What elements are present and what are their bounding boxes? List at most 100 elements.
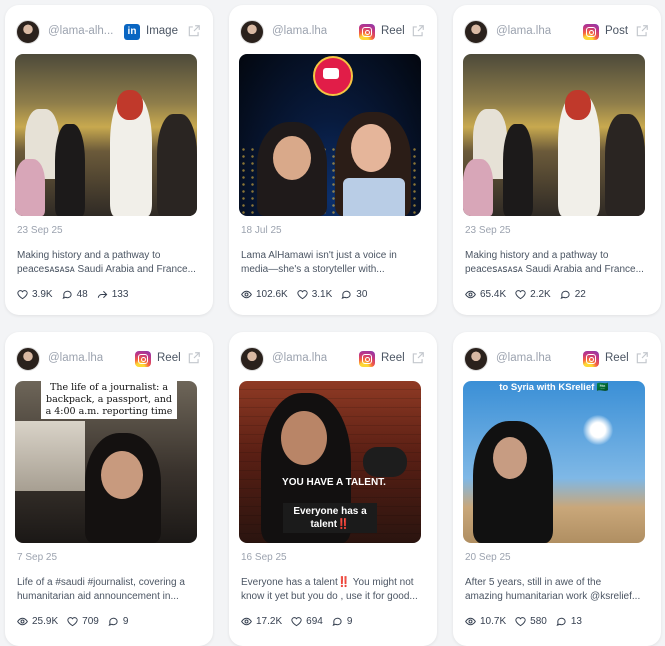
account-handle: @lama.lha xyxy=(496,352,552,364)
eye-icon xyxy=(17,616,28,627)
views-count: 65.4K xyxy=(480,289,507,300)
comment-icon xyxy=(556,616,567,627)
comment-icon xyxy=(62,289,73,300)
external-link-icon[interactable] xyxy=(187,24,201,38)
post-date: 16 Sep 25 xyxy=(241,552,287,563)
post-stats: 3.9K 48 133 xyxy=(17,289,128,300)
avatar xyxy=(240,347,264,371)
eye-icon xyxy=(465,616,476,627)
post-caption: Making history and a pathway to peaceꜱᴀꜱ… xyxy=(465,250,644,275)
post-type-label: Image xyxy=(146,25,178,37)
comment-icon xyxy=(332,616,343,627)
account-handle: @lama.lha xyxy=(496,25,552,37)
post-date: 18 Jul 25 xyxy=(241,225,282,236)
heart-icon xyxy=(17,289,28,300)
comment-icon xyxy=(560,289,571,300)
shares-count: 133 xyxy=(111,289,129,300)
post-type-label: Reel xyxy=(605,352,629,364)
post-caption: Making history and a pathway to peaceꜱᴀꜱ… xyxy=(17,250,196,275)
likes-count: 2.2K xyxy=(530,289,551,300)
post-image[interactable] xyxy=(15,54,197,216)
post-card[interactable]: @lama.lha Reel The life of a journalist:… xyxy=(5,332,213,646)
post-image[interactable]: to Syria with KSrelief 🇸🇦 xyxy=(463,381,645,543)
external-link-icon[interactable] xyxy=(411,24,425,38)
video-overlay-text: The life of a journalist: a backpack, a … xyxy=(41,381,177,419)
post-date: 20 Sep 25 xyxy=(465,552,511,563)
avatar xyxy=(464,347,488,371)
comment-icon xyxy=(341,289,352,300)
likes-count: 3.9K xyxy=(32,289,53,300)
share-icon xyxy=(97,289,108,300)
views-count: 25.9K xyxy=(32,616,59,627)
comment-icon xyxy=(108,616,119,627)
external-link-icon[interactable] xyxy=(187,351,201,365)
post-type-label: Reel xyxy=(381,25,405,37)
post-image[interactable]: YOU HAVE A TALENT. Everyone has a talent… xyxy=(239,381,421,543)
heart-icon xyxy=(515,289,526,300)
views-count: 10.7K xyxy=(480,616,507,627)
post-caption: After 5 years, still in awe of the amazi… xyxy=(465,577,641,602)
post-card[interactable]: @lama-alh... in Image 23 Sep 25 Making h… xyxy=(5,5,213,315)
comments-count: 9 xyxy=(346,616,353,627)
external-link-icon[interactable] xyxy=(635,24,649,38)
post-stats: 102.6K 3.1K 30 xyxy=(241,289,367,300)
comments-count: 22 xyxy=(574,289,586,300)
comments-count: 13 xyxy=(570,616,582,627)
post-type-label: Reel xyxy=(381,352,405,364)
post-stats: 25.9K 709 9 xyxy=(17,616,128,627)
account-handle: @lama.lha xyxy=(48,352,104,364)
heart-icon xyxy=(291,616,302,627)
post-card[interactable]: @lama.lha Post 23 Sep 25 Making history … xyxy=(453,5,661,315)
avatar xyxy=(16,347,40,371)
likes-count: 3.1K xyxy=(311,289,333,300)
heart-icon xyxy=(515,616,526,627)
post-stats: 10.7K 580 13 xyxy=(465,616,582,627)
post-stats: 65.4K 2.2K 22 xyxy=(465,289,586,300)
comments-count: 30 xyxy=(356,289,368,300)
comments-count: 48 xyxy=(76,289,88,300)
post-caption: Life of a #saudi #journalist, covering a… xyxy=(17,577,185,602)
post-stats: 17.2K 694 9 xyxy=(241,616,352,627)
comments-count: 9 xyxy=(122,616,129,627)
post-date: 7 Sep 25 xyxy=(17,552,58,563)
post-caption: Everyone has a talent‼️ You might not kn… xyxy=(241,577,418,602)
likes-count: 709 xyxy=(82,616,99,627)
views-count: 102.6K xyxy=(256,289,288,300)
likes-count: 694 xyxy=(306,616,323,627)
account-handle: @lama.lha xyxy=(272,352,328,364)
video-caption-text: Everyone has a talent‼️ xyxy=(283,503,377,533)
instagram-icon xyxy=(583,24,599,40)
post-card[interactable]: @lama.lha Reel YOU HAVE A TALENT. Everyo… xyxy=(229,332,437,646)
external-link-icon[interactable] xyxy=(411,351,425,365)
post-image[interactable] xyxy=(239,54,421,216)
post-image[interactable]: The life of a journalist: a backpack, a … xyxy=(15,381,197,543)
video-overlay-text: to Syria with KSrelief 🇸🇦 xyxy=(499,382,609,393)
post-type-label: Reel xyxy=(157,352,181,364)
post-caption: Lama AlHamawi isn't just a voice in medi… xyxy=(241,250,397,275)
linkedin-icon: in xyxy=(124,24,140,40)
post-type-label: Post xyxy=(605,25,629,37)
external-link-icon[interactable] xyxy=(635,351,649,365)
views-count: 17.2K xyxy=(256,616,283,627)
avatar xyxy=(240,20,264,44)
post-date: 23 Sep 25 xyxy=(17,225,63,236)
instagram-icon xyxy=(583,351,599,367)
eye-icon xyxy=(465,289,476,300)
likes-count: 580 xyxy=(530,616,547,627)
instagram-icon xyxy=(359,24,375,40)
post-card[interactable]: @lama.lha Reel 18 Jul 25 Lama AlHamawi i… xyxy=(229,5,437,315)
post-date: 23 Sep 25 xyxy=(465,225,511,236)
heart-icon xyxy=(297,289,308,300)
eye-icon xyxy=(241,616,252,627)
post-card[interactable]: @lama.lha Reel to Syria with KSrelief 🇸🇦… xyxy=(453,332,661,646)
account-handle: @lama.lha xyxy=(272,25,328,37)
instagram-icon xyxy=(359,351,375,367)
video-overlay-text: YOU HAVE A TALENT. xyxy=(282,477,386,488)
post-image[interactable] xyxy=(463,54,645,216)
account-handle: @lama-alh... xyxy=(48,25,114,37)
avatar xyxy=(464,20,488,44)
avatar xyxy=(16,20,40,44)
heart-icon xyxy=(67,616,78,627)
instagram-icon xyxy=(135,351,151,367)
eye-icon xyxy=(241,289,252,300)
